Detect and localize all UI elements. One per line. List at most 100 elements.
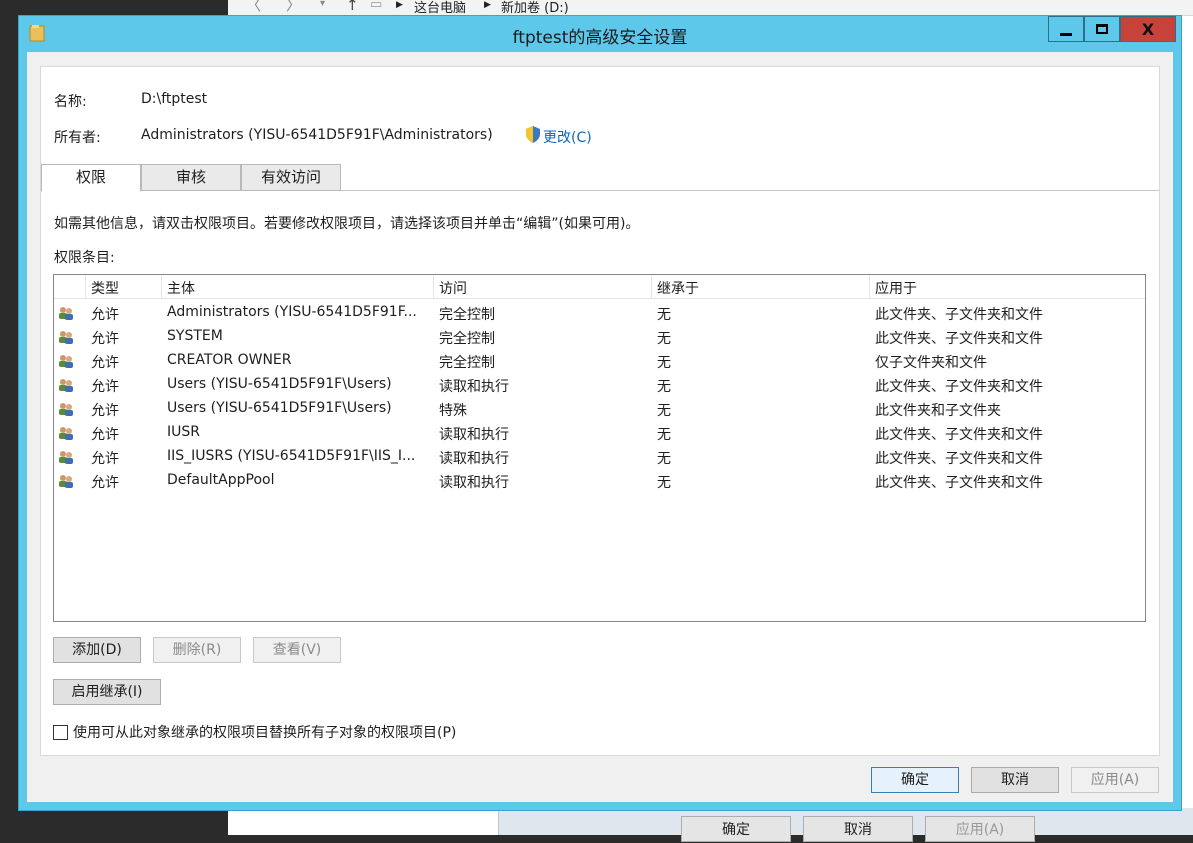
cell-type: 允许 (91, 355, 119, 371)
column-separator (85, 275, 86, 299)
cell-access: 读取和执行 (439, 427, 509, 443)
user-group-icon (59, 427, 73, 440)
cell-principal: Users (YISU-6541D5F91F\Users) (167, 400, 392, 416)
owner-value: Administrators (YISU-6541D5F91F\Administ… (141, 127, 493, 143)
table-row[interactable]: 允许 Users (YISU-6541D5F91F\Users) 特殊 无 此文件夹和子… (54, 397, 1145, 421)
cell-inherited-from: 无 (657, 307, 671, 323)
name-label: 名称: (54, 94, 87, 110)
column-header-access[interactable]: 访问 (439, 278, 467, 298)
cell-applies-to: 仅子文件夹和文件 (875, 355, 987, 371)
column-header-type[interactable]: 类型 (91, 278, 119, 298)
up-icon[interactable]: ↑ (346, 0, 359, 14)
cell-principal: SYSTEM (167, 328, 223, 344)
bg-cancel-button[interactable]: 取消 (803, 816, 913, 842)
table-row[interactable]: 允许 Administrators (YISU-6541D5F91F... 完全控制… (54, 301, 1145, 325)
permissions-hint: 如需其他信息，请双击权限项目。若要修改权限项目，请选择该项目并单击“编辑”(如果… (54, 216, 640, 232)
table-row[interactable]: 允许 CREATOR OWNER 完全控制 无 仅子文件夹和文件 (54, 349, 1145, 373)
view-button[interactable]: 查看(V) (253, 637, 341, 663)
change-owner-link[interactable]: 更改(C) (543, 127, 592, 147)
window-title: ftptest的高级安全设置 (512, 28, 688, 48)
cell-type: 允许 (91, 379, 119, 395)
replace-child-permissions-checkbox[interactable] (53, 725, 68, 740)
cell-inherited-from: 无 (657, 379, 671, 395)
column-header-inherited-from[interactable]: 继承于 (657, 278, 699, 298)
cell-type: 允许 (91, 307, 119, 323)
bg-apply-button[interactable]: 应用(A) (925, 816, 1035, 842)
chevron-right-icon: ▶ (484, 0, 491, 10)
cell-principal: CREATOR OWNER (167, 352, 292, 368)
table-row[interactable]: 允许 SYSTEM 完全控制 无 此文件夹、子文件夹和文件 (54, 325, 1145, 349)
close-button[interactable]: X (1120, 16, 1176, 42)
background-dialog-footer: 确定 取消 应用(A) (498, 808, 1193, 842)
cell-access: 读取和执行 (439, 379, 509, 395)
chevron-right-icon: ▶ (396, 0, 403, 10)
cell-type: 允许 (91, 331, 119, 347)
table-row[interactable]: 允许 IIS_IUSRS (YISU-6541D5F91F\IIS_I... 读取和… (54, 445, 1145, 469)
cell-applies-to: 此文件夹、子文件夹和文件 (875, 379, 1043, 395)
cell-principal: DefaultAppPool (167, 472, 275, 488)
user-group-icon (59, 451, 73, 464)
remove-button[interactable]: 删除(R) (153, 637, 241, 663)
cell-applies-to: 此文件夹和子文件夹 (875, 403, 1001, 419)
cell-type: 允许 (91, 403, 119, 419)
cell-inherited-from: 无 (657, 475, 671, 491)
cell-principal: IUSR (167, 424, 200, 440)
cell-applies-to: 此文件夹、子文件夹和文件 (875, 475, 1043, 491)
table-row[interactable]: 允许 DefaultAppPool 读取和执行 无 此文件夹、子文件夹和文件 (54, 469, 1145, 493)
maximize-icon (1096, 24, 1108, 34)
name-value: D:\ftptest (141, 91, 208, 107)
minimize-button[interactable] (1048, 16, 1084, 42)
cell-inherited-from: 无 (657, 331, 671, 347)
forward-icon[interactable]: 〉 (286, 0, 301, 15)
permission-entries-list[interactable]: 类型 主体 访问 继承于 应用于 允许 Administrators (YISU-… (53, 274, 1146, 622)
title-bar[interactable]: ftptest的高级安全设置 X (19, 16, 1181, 52)
breadcrumb-volume[interactable]: 新加卷 (D:) (501, 0, 569, 16)
chevron-down-icon[interactable]: ▾ (320, 0, 325, 9)
cell-access: 完全控制 (439, 331, 495, 347)
minimize-icon (1060, 32, 1072, 36)
cell-applies-to: 此文件夹、子文件夹和文件 (875, 427, 1043, 443)
table-row[interactable]: 允许 Users (YISU-6541D5F91F\Users) 读取和执行 无 此文件… (54, 373, 1145, 397)
back-icon[interactable]: 〈 (246, 0, 261, 15)
cell-type: 允许 (91, 427, 119, 443)
bg-ok-button[interactable]: 确定 (681, 816, 791, 842)
cell-applies-to: 此文件夹、子文件夹和文件 (875, 451, 1043, 467)
cell-access: 完全控制 (439, 355, 495, 371)
user-group-icon (59, 403, 73, 416)
maximize-button[interactable] (1084, 16, 1120, 42)
user-group-icon (59, 379, 73, 392)
user-group-icon (59, 475, 73, 488)
cell-inherited-from: 无 (657, 451, 671, 467)
cancel-button[interactable]: 取消 (971, 767, 1059, 793)
column-separator (161, 275, 162, 299)
uac-shield-icon (526, 126, 540, 143)
apply-button[interactable]: 应用(A) (1071, 767, 1159, 793)
tab-permissions[interactable]: 权限 (41, 164, 141, 192)
cell-access: 读取和执行 (439, 451, 509, 467)
dialog-client-area: 名称: D:\ftptest 所有者: Administrators (YISU… (27, 52, 1173, 802)
column-header-principal[interactable]: 主体 (167, 278, 195, 298)
replace-child-permissions-label[interactable]: 使用可从此对象继承的权限项目替换所有子对象的权限项目(P) (73, 722, 456, 742)
cell-inherited-from: 无 (657, 355, 671, 371)
ok-button[interactable]: 确定 (871, 767, 959, 793)
add-button[interactable]: 添加(D) (53, 637, 141, 663)
cell-inherited-from: 无 (657, 427, 671, 443)
cell-type: 允许 (91, 451, 119, 467)
breadcrumb-this-pc[interactable]: 这台电脑 (414, 0, 466, 16)
column-separator (433, 275, 434, 299)
enable-inheritance-button[interactable]: 启用继承(I) (53, 679, 161, 705)
cell-access: 特殊 (439, 403, 467, 419)
tab-effective-access[interactable]: 有效访问 (241, 164, 341, 191)
user-group-icon (59, 355, 73, 368)
explorer-address-bar: 〈 〉 ▾ ↑ ▭ ▶ 这台电脑 ▶ 新加卷 (D:) (228, 0, 1193, 16)
column-separator (651, 275, 652, 299)
cell-principal: Administrators (YISU-6541D5F91F... (167, 304, 417, 320)
list-header: 类型 主体 访问 继承于 应用于 (54, 275, 1145, 299)
owner-label: 所有者: (54, 130, 101, 146)
column-header-applies-to[interactable]: 应用于 (875, 278, 917, 298)
cell-access: 完全控制 (439, 307, 495, 323)
table-row[interactable]: 允许 IUSR 读取和执行 无 此文件夹、子文件夹和文件 (54, 421, 1145, 445)
user-group-icon (59, 307, 73, 320)
advanced-security-dialog: ftptest的高级安全设置 X 名称: D:\ftptest 所有者: Adm… (18, 15, 1182, 811)
tab-auditing[interactable]: 审核 (141, 164, 241, 191)
